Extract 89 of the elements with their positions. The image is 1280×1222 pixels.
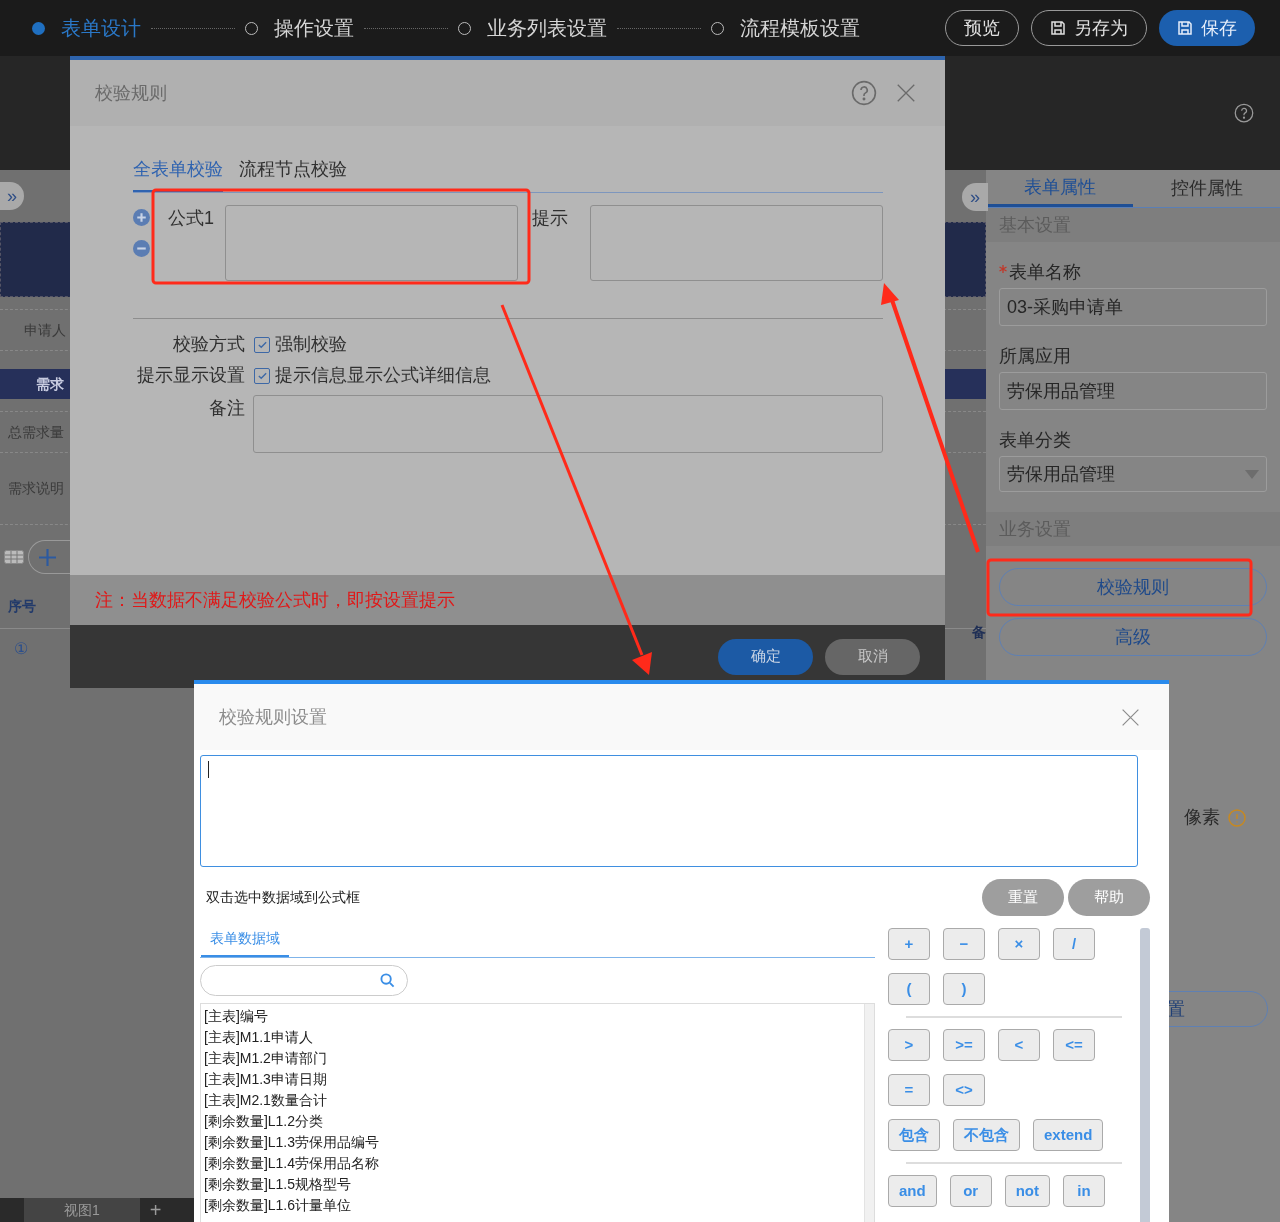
option-text: 提示信息显示公式详细信息: [275, 364, 491, 387]
operator-button[interactable]: ×: [998, 928, 1040, 960]
field-item[interactable]: [剩余数量]L1.3劳保用品编号: [204, 1132, 864, 1153]
close-icon[interactable]: [895, 82, 917, 104]
cancel-button[interactable]: 取消: [825, 638, 920, 675]
operator-button[interactable]: ): [943, 973, 985, 1005]
step-label[interactable]: 操作设置: [274, 13, 354, 43]
checkbox[interactable]: [254, 367, 270, 384]
panel-button[interactable]: 置: [1167, 995, 1185, 1023]
option-label: 提示显示设置: [136, 364, 245, 387]
operator-button[interactable]: 包含: [888, 1119, 940, 1151]
hint-label: 提示: [532, 207, 569, 230]
field-label: 表单名称: [1009, 260, 1081, 284]
expand-handle[interactable]: »: [962, 183, 988, 211]
field-label: 所属应用: [999, 344, 1071, 368]
side-label: 备: [972, 623, 986, 642]
operator-button[interactable]: not: [1004, 1175, 1050, 1207]
confirm-button[interactable]: 确定: [718, 638, 813, 675]
section-label: 需求: [36, 374, 64, 394]
expand-handle[interactable]: »: [0, 182, 24, 210]
remark-textarea[interactable]: [253, 395, 883, 453]
formula-input[interactable]: [225, 205, 518, 281]
help-icon[interactable]: [1234, 103, 1254, 123]
formula-textarea[interactable]: [200, 755, 1138, 867]
check-icon: [256, 370, 268, 381]
operator-button[interactable]: /: [1053, 928, 1095, 960]
text-input[interactable]: 03-采购申请单: [999, 288, 1267, 326]
operator-button[interactable]: >: [888, 1029, 930, 1061]
operator-button[interactable]: <>: [943, 1074, 985, 1106]
operator-button[interactable]: +: [888, 928, 930, 960]
dialog-tab[interactable]: 全表单校验: [133, 156, 223, 192]
operator-button[interactable]: or: [949, 1175, 992, 1207]
unit-label: 像素: [1184, 806, 1220, 829]
option-text: 强制校验: [275, 333, 347, 356]
operator-button[interactable]: 不包含: [953, 1119, 1020, 1151]
panel-tab[interactable]: 控件属性: [1133, 170, 1280, 207]
step-label[interactable]: 业务列表设置: [487, 13, 607, 43]
hint-input[interactable]: [590, 205, 883, 281]
column-header: 序号: [8, 597, 36, 616]
save-button[interactable]: 保存: [1159, 10, 1255, 46]
field-item[interactable]: [剩余数量]L1.2分类: [204, 1111, 864, 1132]
info-icon: [1228, 808, 1246, 827]
dialog-title: 校验规则: [95, 81, 167, 105]
scrollbar[interactable]: [864, 1004, 874, 1222]
step-label[interactable]: 表单设计: [61, 13, 141, 43]
remark-label: 备注: [208, 397, 245, 420]
field-label: 表单分类: [999, 428, 1071, 452]
operator-button[interactable]: in: [1063, 1175, 1105, 1207]
category-select[interactable]: 劳保用品管理: [999, 456, 1267, 492]
dialog-title: 校验规则设置: [219, 705, 327, 729]
operator-button[interactable]: and: [888, 1175, 937, 1207]
operator-button[interactable]: <: [998, 1029, 1040, 1061]
search-icon: [380, 973, 395, 988]
operator-button[interactable]: −: [943, 928, 985, 960]
field-item[interactable]: [主表]M2.1数量合计: [204, 1090, 864, 1111]
step-label[interactable]: 流程模板设置: [740, 13, 860, 43]
field-item[interactable]: [主表]M1.1申请人: [204, 1027, 864, 1048]
check-icon: [256, 339, 268, 350]
checkbox[interactable]: [254, 336, 270, 353]
operator-button[interactable]: extend: [1033, 1119, 1104, 1151]
help-icon[interactable]: [851, 80, 877, 106]
add-tab-button[interactable]: +: [139, 1200, 172, 1220]
operator-button[interactable]: (: [888, 973, 930, 1005]
view-tab[interactable]: 视图1: [24, 1198, 140, 1222]
formula-label: 公式1: [168, 207, 215, 230]
field-item[interactable]: [主表]编号: [204, 1006, 864, 1027]
note-text: 注：当数据不满足校验公式时，即按设置提示: [95, 588, 455, 612]
field-item[interactable]: [剩余数量]L1.5规格型号: [204, 1174, 864, 1195]
text-input[interactable]: 劳保用品管理: [999, 372, 1267, 410]
row-number: ①: [14, 639, 28, 659]
caret-icon: [1245, 469, 1259, 479]
field-item[interactable]: [主表]M1.2申请部门: [204, 1048, 864, 1069]
operator-button[interactable]: >=: [943, 1029, 985, 1061]
option-label: 校验方式: [172, 333, 245, 356]
plus-icon: [39, 548, 56, 566]
data-tab[interactable]: 表单数据域: [201, 928, 289, 957]
remove-icon[interactable]: [133, 240, 150, 257]
field-item[interactable]: [主表]M1.3申请日期: [204, 1069, 864, 1090]
hint-text: 双击选中数据域到公式框: [206, 888, 360, 907]
field-item[interactable]: [剩余数量]L1.4劳保用品名称: [204, 1153, 864, 1174]
scrollbar[interactable]: [1140, 928, 1150, 1222]
add-icon[interactable]: [133, 209, 150, 226]
grid-icon: [4, 550, 24, 564]
action-button[interactable]: 帮助: [1068, 879, 1150, 916]
action-button[interactable]: 重置: [982, 879, 1064, 916]
dialog-tab[interactable]: 流程节点校验: [239, 156, 347, 192]
field-item[interactable]: [剩余数量]L1.6计量单位: [204, 1195, 864, 1216]
operator-button[interactable]: <=: [1053, 1029, 1095, 1061]
operator-button[interactable]: =: [888, 1074, 930, 1106]
